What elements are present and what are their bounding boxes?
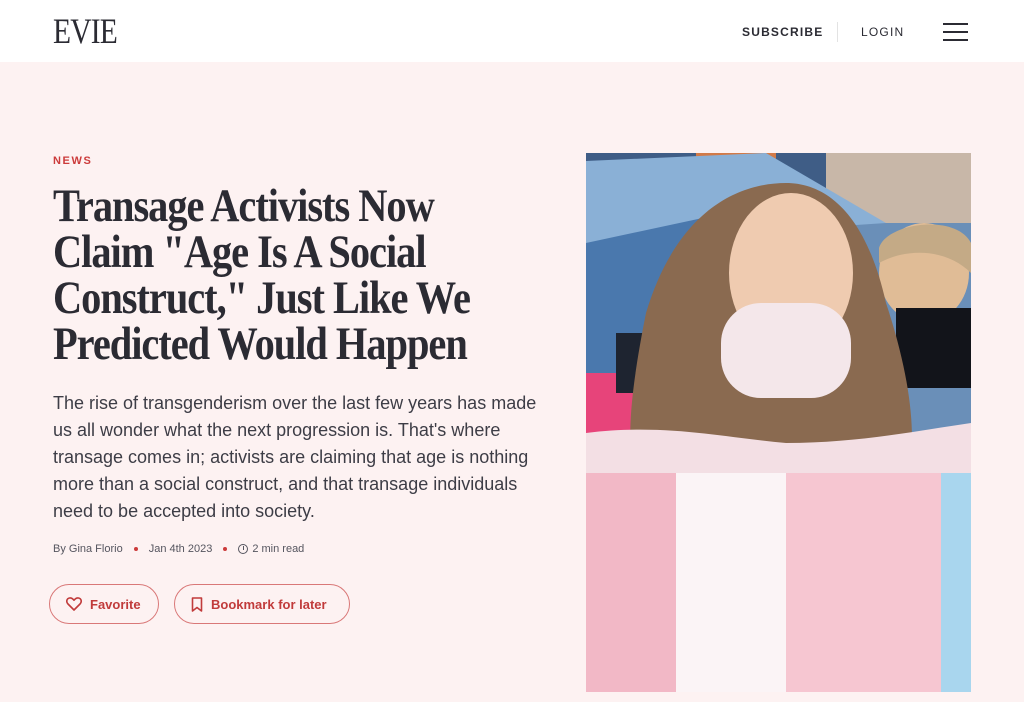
favorite-label: Favorite bbox=[90, 596, 141, 612]
subscribe-link[interactable]: SUBSCRIBE bbox=[742, 25, 823, 39]
bookmark-icon bbox=[191, 596, 203, 612]
bookmark-button[interactable]: Bookmark for later bbox=[174, 584, 350, 624]
site-logo[interactable]: EVIE bbox=[53, 10, 118, 52]
favorite-button[interactable]: Favorite bbox=[49, 584, 159, 624]
read-time: 2 min read bbox=[252, 543, 305, 555]
author-byline[interactable]: By Gina Florio bbox=[53, 543, 123, 555]
publish-date: Jan 4th 2023 bbox=[148, 543, 213, 555]
hamburger-icon[interactable] bbox=[943, 22, 968, 42]
hero-photo-illustration bbox=[586, 153, 971, 692]
article-meta: By Gina Florio Jan 4th 2023 2 min read bbox=[53, 543, 304, 555]
heart-icon bbox=[66, 597, 82, 611]
meta-separator bbox=[133, 547, 138, 551]
bookmark-label: Bookmark for later bbox=[211, 596, 327, 612]
clock-icon bbox=[238, 544, 249, 554]
category-label[interactable]: NEWS bbox=[53, 155, 92, 167]
meta-separator bbox=[223, 547, 228, 551]
article-summary: The rise of transgenderism over the last… bbox=[53, 393, 537, 521]
article-title: Transage Activists Now Claim "Age Is A S… bbox=[53, 180, 471, 370]
article-photo bbox=[586, 153, 971, 692]
site-header: EVIE SUBSCRIBE LOGIN bbox=[0, 0, 1024, 62]
nav-divider bbox=[837, 22, 838, 42]
login-link[interactable]: LOGIN bbox=[861, 25, 904, 39]
